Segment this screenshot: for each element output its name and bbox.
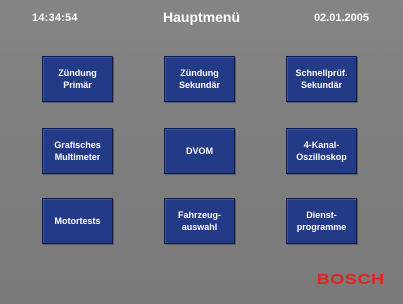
dvom-button[interactable]: DVOM [164, 128, 235, 174]
engine-tests-button[interactable]: Motortests [42, 198, 113, 244]
ignition-secondary-button[interactable]: Zündung Sekundär [164, 56, 235, 102]
service-programs-button[interactable]: Dienst- programme [286, 198, 357, 244]
vehicle-selection-button[interactable]: Fahrzeug- auswahl [164, 198, 235, 244]
current-date: 02.01.2005 [313, 12, 369, 24]
main-menu-screen: 14:34:54 Hauptmenü 02.01.2005 Zündung Pr… [0, 0, 403, 304]
header-bar: 14:34:54 Hauptmenü 02.01.2005 [0, 0, 403, 34]
ignition-primary-button[interactable]: Zündung Primär [42, 56, 113, 102]
bosch-logo: BOSCH [316, 271, 385, 288]
graphic-multimeter-button[interactable]: Grafisches Multimeter [42, 128, 113, 174]
four-channel-oscilloscope-button[interactable]: 4-Kanal- Oszilloskop [286, 128, 357, 174]
quick-test-secondary-button[interactable]: Schnellprüf. Sekundär [286, 56, 357, 102]
